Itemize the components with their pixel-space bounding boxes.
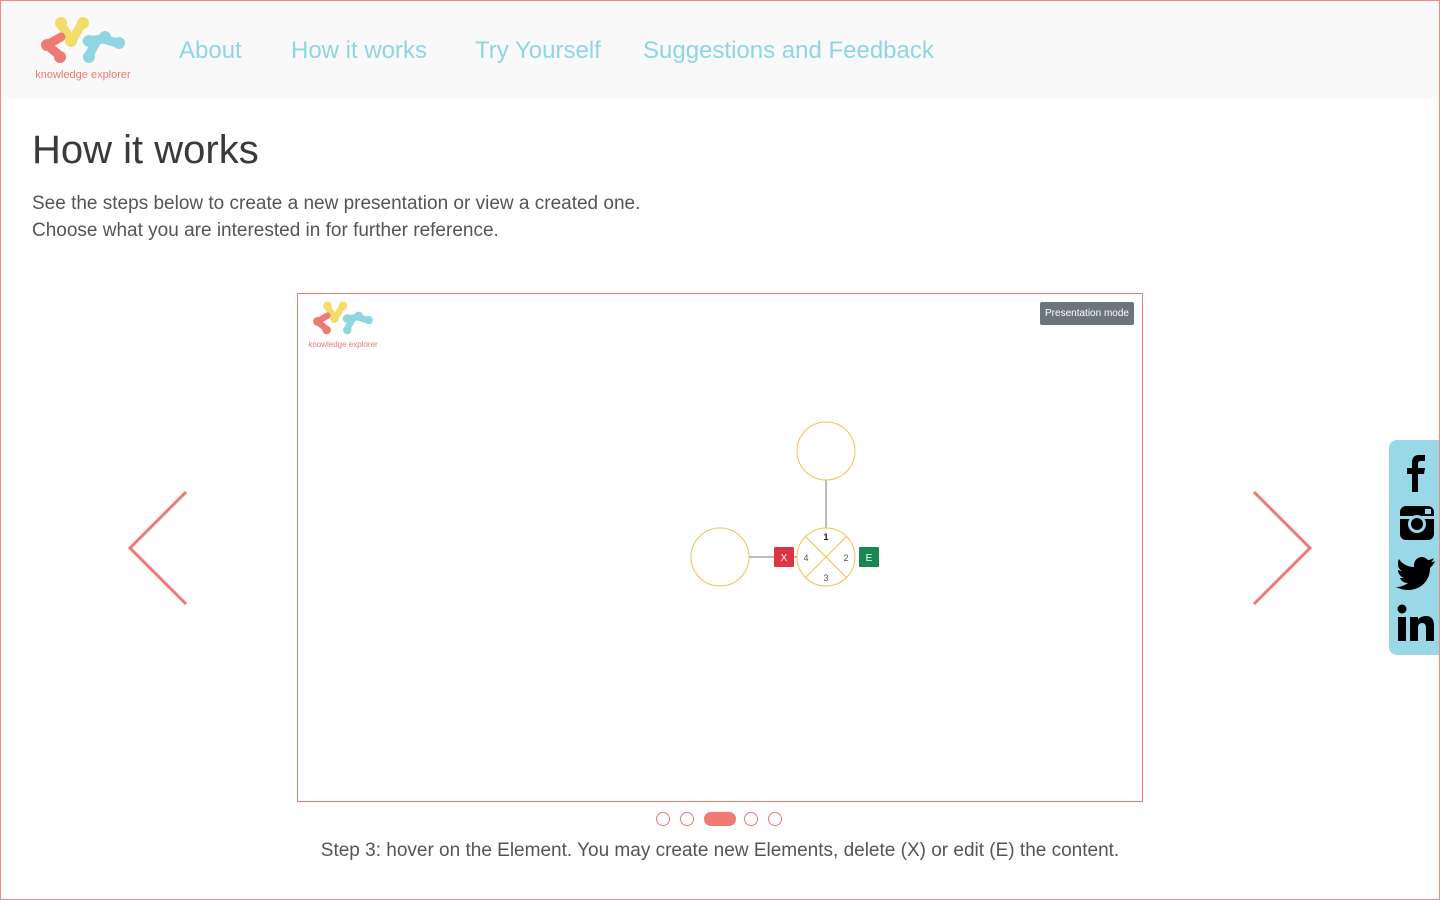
linkedin-icon — [1397, 604, 1434, 641]
quadrant-top-label[interactable]: 1 — [823, 532, 828, 542]
carousel-indicator-5[interactable] — [768, 812, 782, 826]
instagram-link[interactable] — [1396, 502, 1436, 544]
chevron-left-icon — [127, 490, 188, 606]
edit-label: E — [866, 553, 873, 564]
facebook-icon — [1407, 455, 1425, 492]
quadrant-right-label[interactable]: 2 — [843, 553, 848, 563]
site-header: knowledge explorer About How it works Tr… — [1, 1, 1439, 98]
nav-try-yourself[interactable]: Try Yourself — [475, 37, 601, 65]
delete-element-button[interactable]: X — [774, 547, 794, 567]
element-diagram: 1 2 3 4 X E — [690, 421, 879, 587]
logo-text: knowledge explorer — [35, 69, 131, 81]
quadrant-left-label[interactable]: 4 — [803, 553, 808, 563]
nav-about[interactable]: About — [179, 37, 242, 65]
molecule-logo-icon — [41, 17, 125, 63]
twitter-icon — [1396, 557, 1435, 590]
social-sidebar — [1389, 440, 1440, 655]
delete-label: X — [781, 553, 788, 564]
element-node-top[interactable] — [796, 421, 856, 481]
carousel-indicators — [655, 812, 795, 830]
twitter-link[interactable] — [1396, 552, 1436, 594]
carousel-indicator-3[interactable] — [704, 812, 736, 826]
chevron-right-icon — [1252, 490, 1313, 606]
carousel-indicator-4[interactable] — [744, 812, 758, 826]
site-logo[interactable]: knowledge explorer — [31, 15, 135, 85]
carousel-prev-button[interactable] — [126, 488, 190, 608]
facebook-link[interactable] — [1396, 452, 1436, 494]
intro-line-1: See the steps below to create a new pres… — [32, 193, 641, 214]
instagram-icon — [1400, 506, 1434, 540]
quadrant-bottom-label[interactable]: 3 — [823, 573, 828, 583]
intro-line-2: Choose what you are interested in for fu… — [32, 220, 499, 241]
carousel-indicator-2[interactable] — [680, 812, 694, 826]
nav-how-it-works[interactable]: How it works — [291, 37, 427, 65]
linkedin-link[interactable] — [1396, 602, 1436, 644]
nav-suggestions-feedback[interactable]: Suggestions and Feedback — [643, 37, 934, 65]
intro-text: See the steps below to create a new pres… — [32, 190, 640, 244]
slide-caption: Step 3: hover on the Element. You may cr… — [320, 840, 1120, 861]
element-node-left[interactable] — [690, 527, 750, 587]
carousel-slide: knowledge explorer Presentation mode 1 2… — [297, 293, 1143, 802]
carousel-indicator-1[interactable] — [656, 812, 670, 826]
page-title: How it works — [32, 128, 259, 172]
carousel-next-button[interactable] — [1250, 488, 1314, 608]
edit-element-button[interactable]: E — [859, 547, 879, 567]
